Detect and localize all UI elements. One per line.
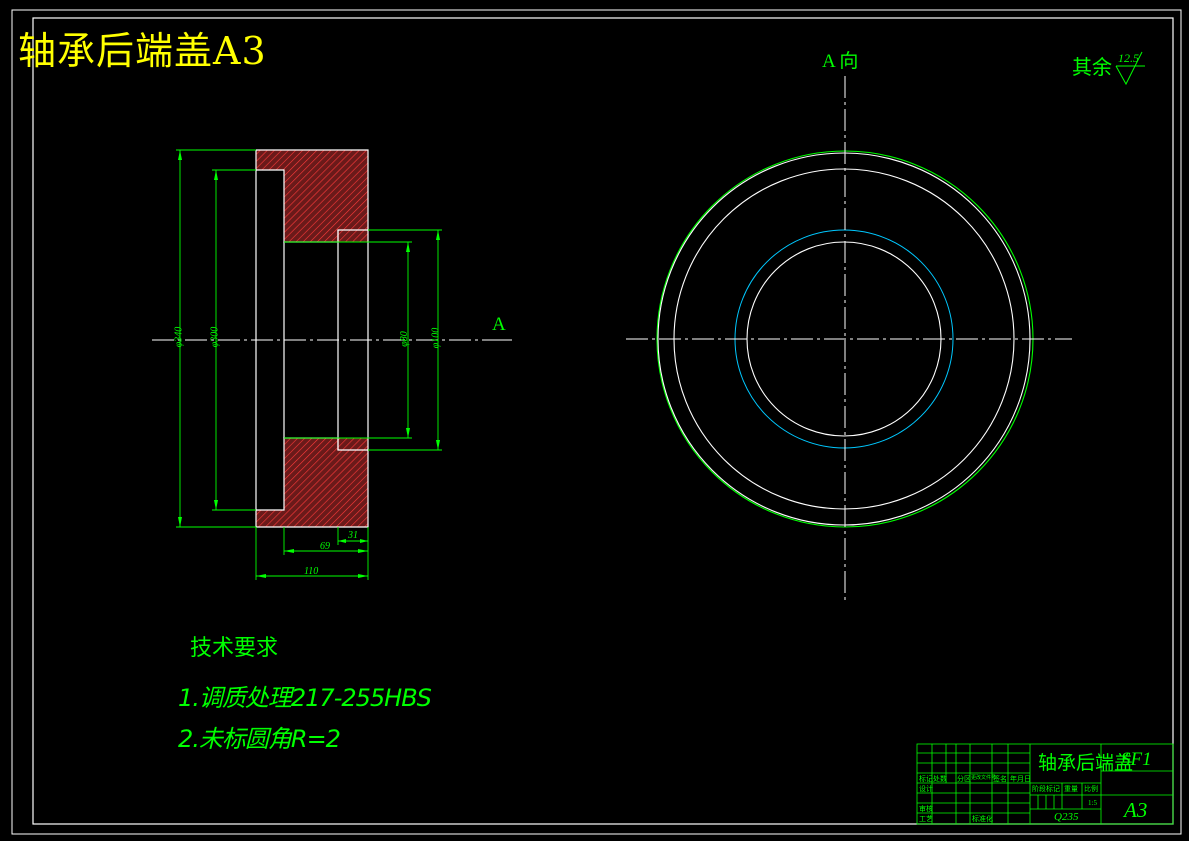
- hatch-top-flange: [256, 150, 284, 170]
- tech-requirements-heading: 技术要求: [190, 636, 279, 661]
- title-block-material: Q235: [1054, 811, 1079, 823]
- hatch-top: [284, 150, 368, 242]
- tb-side-1: 审核: [919, 805, 933, 813]
- hatch-bottom-flange: [256, 510, 284, 527]
- view-direction-label: A 向: [822, 51, 859, 72]
- dim-step-width: 69: [320, 541, 330, 552]
- title-block-sheet-format: A3: [1124, 798, 1148, 822]
- tb-header-1: 处数: [933, 775, 947, 783]
- title-block-drawing-code: SF1: [1121, 749, 1152, 770]
- tb-standard: 标准化: [972, 815, 993, 823]
- end-view: [626, 76, 1072, 604]
- tech-requirement-1: 1.调质处理217-255HBS: [178, 684, 432, 712]
- dim-total-width: 110: [304, 566, 319, 577]
- tb-stage-2: 比例: [1084, 785, 1098, 793]
- tb-header-4: 签名: [993, 775, 1007, 783]
- section-label: A: [492, 314, 506, 335]
- dim-recess-diameter: φ300: [209, 326, 221, 348]
- tb-side-0: 设计: [919, 785, 933, 793]
- section-view: [152, 149, 512, 580]
- hatch-bottom: [284, 438, 368, 527]
- title-block-scale: 1:5: [1088, 799, 1097, 807]
- tb-stage-1: 重量: [1064, 785, 1078, 793]
- tb-side-2: 工艺: [919, 815, 933, 823]
- roughness-prefix: 其余: [1072, 57, 1112, 79]
- page-title: 轴承后端盖A3: [18, 29, 267, 73]
- tb-header-2: 分区: [957, 775, 971, 783]
- dim-hub-width: 31: [348, 530, 358, 541]
- tb-header-5: 年月日: [1010, 775, 1031, 783]
- tb-stage-0: 阶段标记: [1032, 785, 1060, 793]
- roughness-value: 12.5: [1118, 51, 1139, 65]
- dim-bore-diameter: φ80: [398, 331, 410, 347]
- tb-header-0: 标记: [919, 775, 933, 783]
- dim-hub-diameter: φ100: [430, 327, 442, 349]
- dim-outer-diameter: φ340: [173, 326, 185, 348]
- title-block-part-name: 轴承后端盖: [1038, 753, 1134, 774]
- tech-requirement-2: 2.未标圆角R=2: [178, 725, 341, 753]
- drawing-canvas: [11, 9, 1182, 835]
